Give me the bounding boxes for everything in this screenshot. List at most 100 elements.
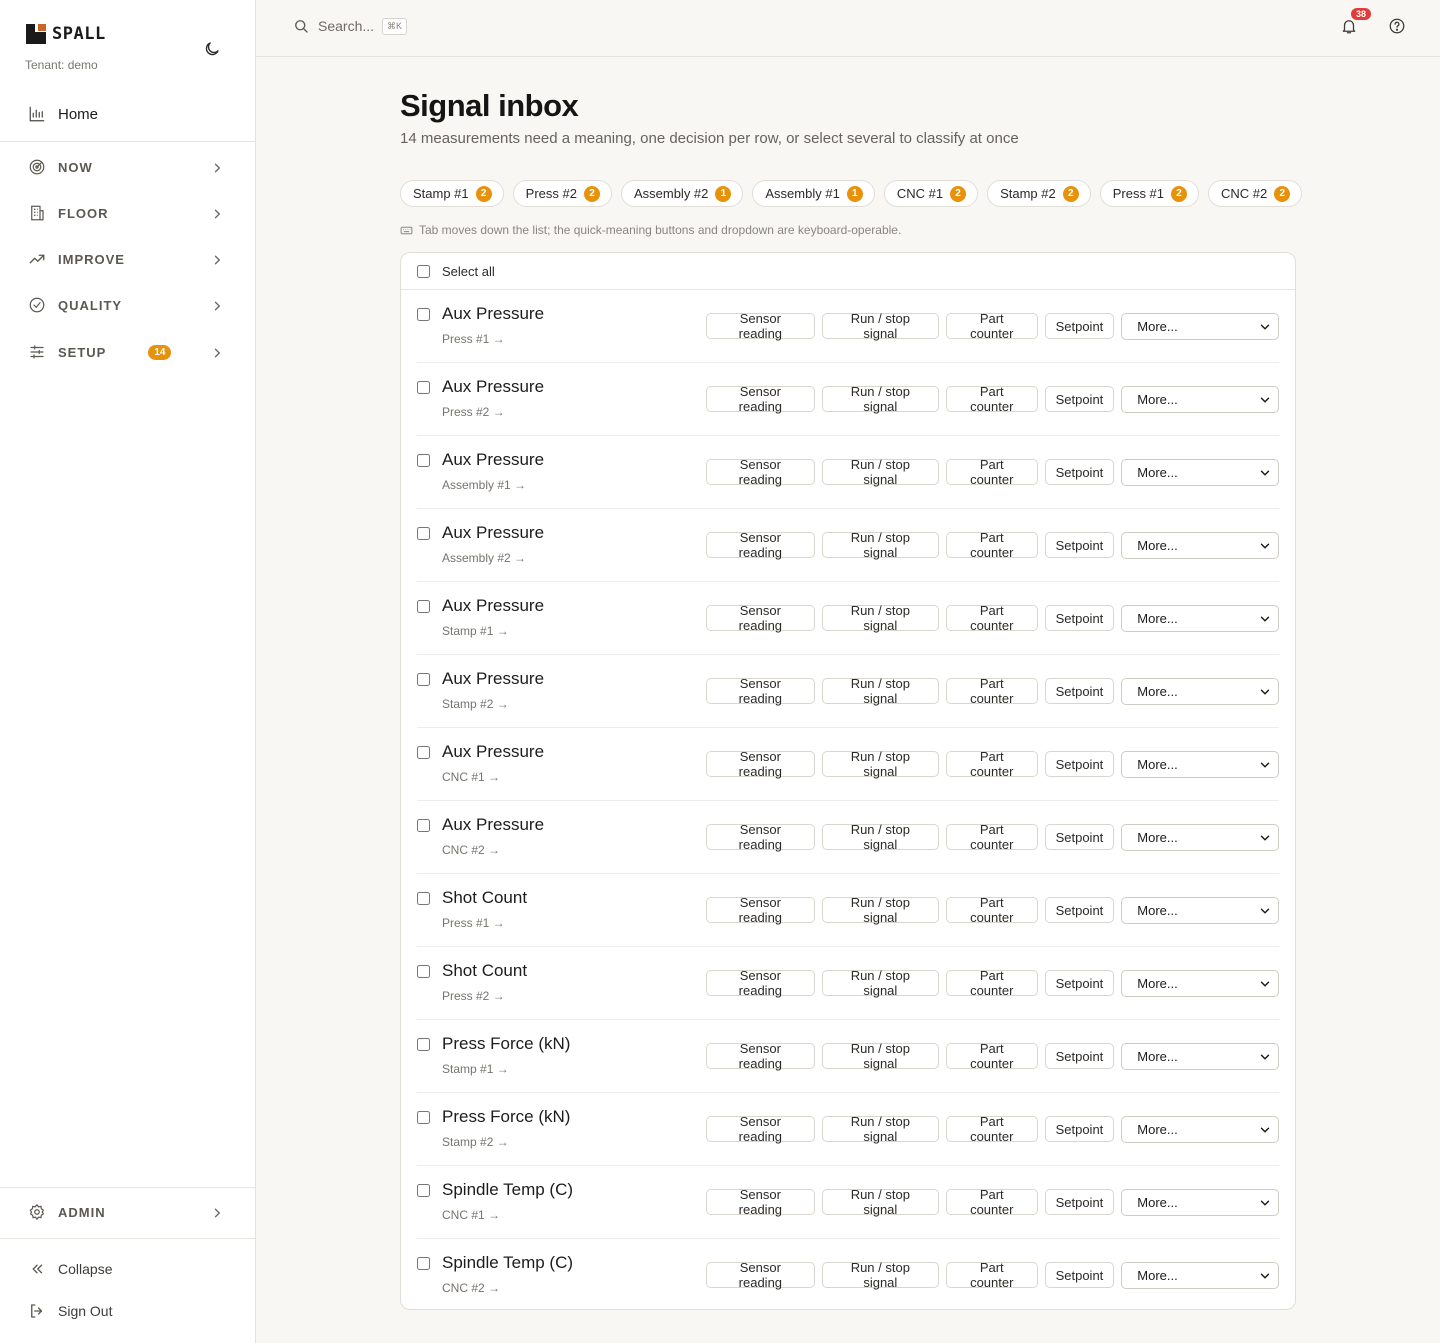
more-meanings-select[interactable]: More... xyxy=(1121,678,1279,705)
quick-meaning-button[interactable]: Sensor reading xyxy=(706,968,815,998)
machine-link[interactable]: CNC #1 → xyxy=(442,770,500,784)
row-checkbox[interactable] xyxy=(417,746,430,759)
quick-meaning-button[interactable]: Run / stop signal xyxy=(821,530,939,560)
quick-meaning-button[interactable]: Part counter xyxy=(945,311,1038,341)
row-checkbox[interactable] xyxy=(417,1111,430,1124)
more-meanings-select[interactable]: More... xyxy=(1121,1043,1279,1070)
more-meanings-select[interactable]: More... xyxy=(1121,970,1279,997)
sidebar-group-improve[interactable]: IMPROVE xyxy=(16,241,240,277)
quick-meaning-button[interactable]: Part counter xyxy=(945,603,1038,633)
quick-meaning-button[interactable]: Setpoint xyxy=(1044,532,1115,558)
machine-filter-chip[interactable]: Assembly #1 1 xyxy=(752,180,875,207)
row-checkbox[interactable] xyxy=(417,600,430,613)
quick-meaning-button[interactable]: Sensor reading xyxy=(706,311,815,341)
quick-meaning-button[interactable]: Sensor reading xyxy=(706,530,815,560)
quick-meaning-button[interactable]: Part counter xyxy=(945,822,1038,852)
machine-link[interactable]: Press #2 → xyxy=(442,989,505,1003)
machine-link[interactable]: Stamp #1 → xyxy=(442,624,509,638)
quick-meaning-button[interactable]: Setpoint xyxy=(1044,313,1115,339)
sidebar-group-now[interactable]: NOW xyxy=(16,149,240,185)
quick-meaning-button[interactable]: Run / stop signal xyxy=(821,1260,939,1290)
quick-meaning-button[interactable]: Part counter xyxy=(945,530,1038,560)
row-checkbox[interactable] xyxy=(417,673,430,686)
machine-link[interactable]: Stamp #1 → xyxy=(442,1062,509,1076)
brand-logo[interactable]: SPALL xyxy=(26,24,106,44)
quick-meaning-button[interactable]: Sensor reading xyxy=(706,895,815,925)
quick-meaning-button[interactable]: Sensor reading xyxy=(706,457,815,487)
quick-meaning-button[interactable]: Part counter xyxy=(945,968,1038,998)
more-meanings-select[interactable]: More... xyxy=(1121,1189,1279,1216)
row-checkbox[interactable] xyxy=(417,892,430,905)
machine-link[interactable]: CNC #2 → xyxy=(442,843,500,857)
quick-meaning-button[interactable]: Run / stop signal xyxy=(821,749,939,779)
quick-meaning-button[interactable]: Sensor reading xyxy=(706,822,815,852)
quick-meaning-button[interactable]: Setpoint xyxy=(1044,386,1115,412)
quick-meaning-button[interactable]: Run / stop signal xyxy=(821,457,939,487)
machine-link[interactable]: Stamp #2 → xyxy=(442,697,509,711)
quick-meaning-button[interactable]: Sensor reading xyxy=(706,603,815,633)
quick-meaning-button[interactable]: Sensor reading xyxy=(706,676,815,706)
row-checkbox[interactable] xyxy=(417,381,430,394)
machine-filter-chip[interactable]: Assembly #2 1 xyxy=(620,180,744,207)
quick-meaning-button[interactable]: Sensor reading xyxy=(706,1187,815,1217)
quick-meaning-button[interactable]: Setpoint xyxy=(1044,1262,1115,1288)
select-all-label[interactable]: Select all xyxy=(442,264,495,279)
collapse-button[interactable]: Collapse xyxy=(16,1252,240,1286)
sidebar-group-quality[interactable]: QUALITY xyxy=(16,287,240,323)
quick-meaning-button[interactable]: Setpoint xyxy=(1044,897,1115,923)
sidebar-group-admin[interactable]: ADMIN xyxy=(16,1194,240,1230)
quick-meaning-button[interactable]: Run / stop signal xyxy=(821,822,939,852)
machine-filter-chip[interactable]: Stamp #2 2 xyxy=(987,180,1091,207)
quick-meaning-button[interactable]: Part counter xyxy=(945,676,1038,706)
quick-meaning-button[interactable]: Sensor reading xyxy=(706,1114,815,1144)
more-meanings-select[interactable]: More... xyxy=(1121,751,1279,778)
quick-meaning-button[interactable]: Run / stop signal xyxy=(821,1041,939,1071)
quick-meaning-button[interactable]: Run / stop signal xyxy=(821,968,939,998)
quick-meaning-button[interactable]: Part counter xyxy=(945,1114,1038,1144)
more-meanings-select[interactable]: More... xyxy=(1121,897,1279,924)
more-meanings-select[interactable]: More... xyxy=(1121,1116,1279,1143)
quick-meaning-button[interactable]: Run / stop signal xyxy=(821,603,939,633)
sidebar-item-home[interactable]: Home xyxy=(16,96,240,132)
quick-meaning-button[interactable]: Run / stop signal xyxy=(821,1187,939,1217)
quick-meaning-button[interactable]: Part counter xyxy=(945,895,1038,925)
row-checkbox[interactable] xyxy=(417,1038,430,1051)
machine-filter-chip[interactable]: CNC #1 2 xyxy=(883,180,979,207)
row-checkbox[interactable] xyxy=(417,308,430,321)
quick-meaning-button[interactable]: Sensor reading xyxy=(706,1260,815,1290)
quick-meaning-button[interactable]: Part counter xyxy=(945,384,1038,414)
machine-link[interactable]: Press #1 → xyxy=(442,916,505,930)
machine-link[interactable]: CNC #1 → xyxy=(442,1208,500,1222)
quick-meaning-button[interactable]: Part counter xyxy=(945,1260,1038,1290)
machine-filter-chip[interactable]: Press #1 2 xyxy=(1099,180,1200,207)
quick-meaning-button[interactable]: Part counter xyxy=(945,1187,1038,1217)
quick-meaning-button[interactable]: Run / stop signal xyxy=(821,676,939,706)
sidebar-group-floor[interactable]: FLOOR xyxy=(16,195,240,231)
quick-meaning-button[interactable]: Setpoint xyxy=(1044,678,1115,704)
machine-filter-chip[interactable]: CNC #2 2 xyxy=(1208,180,1303,207)
quick-meaning-button[interactable]: Run / stop signal xyxy=(821,1114,939,1144)
more-meanings-select[interactable]: More... xyxy=(1121,824,1279,851)
theme-toggle-button[interactable] xyxy=(201,38,223,60)
machine-link[interactable]: Assembly #2 → xyxy=(442,551,526,565)
help-button[interactable] xyxy=(1388,17,1410,39)
quick-meaning-button[interactable]: Run / stop signal xyxy=(821,311,939,341)
machine-link[interactable]: CNC #2 → xyxy=(442,1281,500,1295)
quick-meaning-button[interactable]: Part counter xyxy=(945,457,1038,487)
quick-meaning-button[interactable]: Sensor reading xyxy=(706,1041,815,1071)
quick-meaning-button[interactable]: Run / stop signal xyxy=(821,895,939,925)
quick-meaning-button[interactable]: Setpoint xyxy=(1044,751,1115,777)
row-checkbox[interactable] xyxy=(417,1257,430,1270)
select-all-checkbox[interactable] xyxy=(417,264,430,278)
machine-link[interactable]: Press #2 → xyxy=(442,405,505,419)
quick-meaning-button[interactable]: Setpoint xyxy=(1044,459,1115,485)
more-meanings-select[interactable]: More... xyxy=(1121,532,1279,559)
quick-meaning-button[interactable]: Setpoint xyxy=(1044,1116,1115,1142)
machine-link[interactable]: Assembly #1 → xyxy=(442,478,526,492)
quick-meaning-button[interactable]: Run / stop signal xyxy=(821,384,939,414)
quick-meaning-button[interactable]: Setpoint xyxy=(1044,605,1115,631)
row-checkbox[interactable] xyxy=(417,527,430,540)
quick-meaning-button[interactable]: Sensor reading xyxy=(706,749,815,779)
machine-filter-chip[interactable]: Stamp #1 2 xyxy=(400,180,504,207)
row-checkbox[interactable] xyxy=(417,454,430,467)
